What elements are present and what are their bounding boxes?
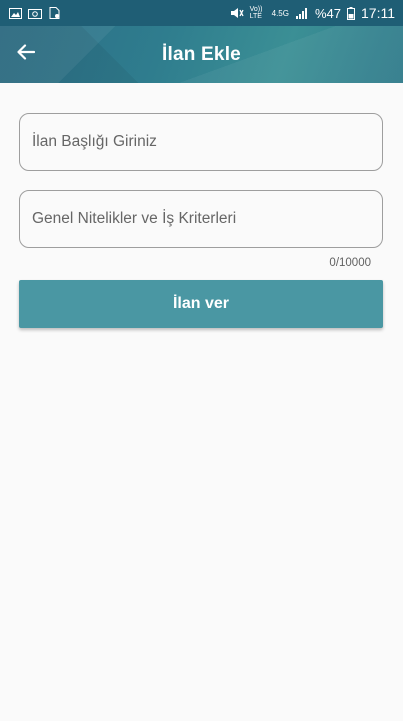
title-input-placeholder: İlan Başlığı Giriniz: [32, 133, 157, 150]
image-icon: [8, 7, 22, 19]
character-counter: 0/10000: [329, 257, 371, 269]
app-bar: İlan Ekle: [0, 26, 403, 83]
photo-icon: [28, 7, 42, 19]
file-settings-icon: [48, 7, 62, 19]
arrow-left-icon: [17, 43, 36, 65]
status-left: [8, 7, 62, 19]
signal-icon: [295, 7, 309, 19]
clock: 17:11: [361, 5, 395, 21]
network-type-label: 4.5G: [271, 8, 289, 18]
criteria-input-placeholder: Genel Nitelikler ve İş Kriterleri: [32, 210, 237, 227]
status-bar: Vo)) LTE 4.5G %47 17:11: [0, 0, 403, 26]
back-button[interactable]: [10, 38, 42, 70]
submit-button[interactable]: İlan ver: [19, 280, 383, 328]
mute-icon: [230, 7, 244, 19]
battery-percent: %47: [314, 5, 341, 21]
title-input[interactable]: İlan Başlığı Giriniz: [19, 113, 383, 171]
page-title: İlan Ekle: [162, 43, 241, 65]
criteria-input[interactable]: Genel Nitelikler ve İş Kriterleri: [19, 190, 383, 248]
network-volte-label: Vo)) LTE: [249, 6, 263, 20]
battery-icon: [347, 6, 355, 20]
status-right: Vo)) LTE 4.5G %47 17:11: [230, 5, 395, 21]
